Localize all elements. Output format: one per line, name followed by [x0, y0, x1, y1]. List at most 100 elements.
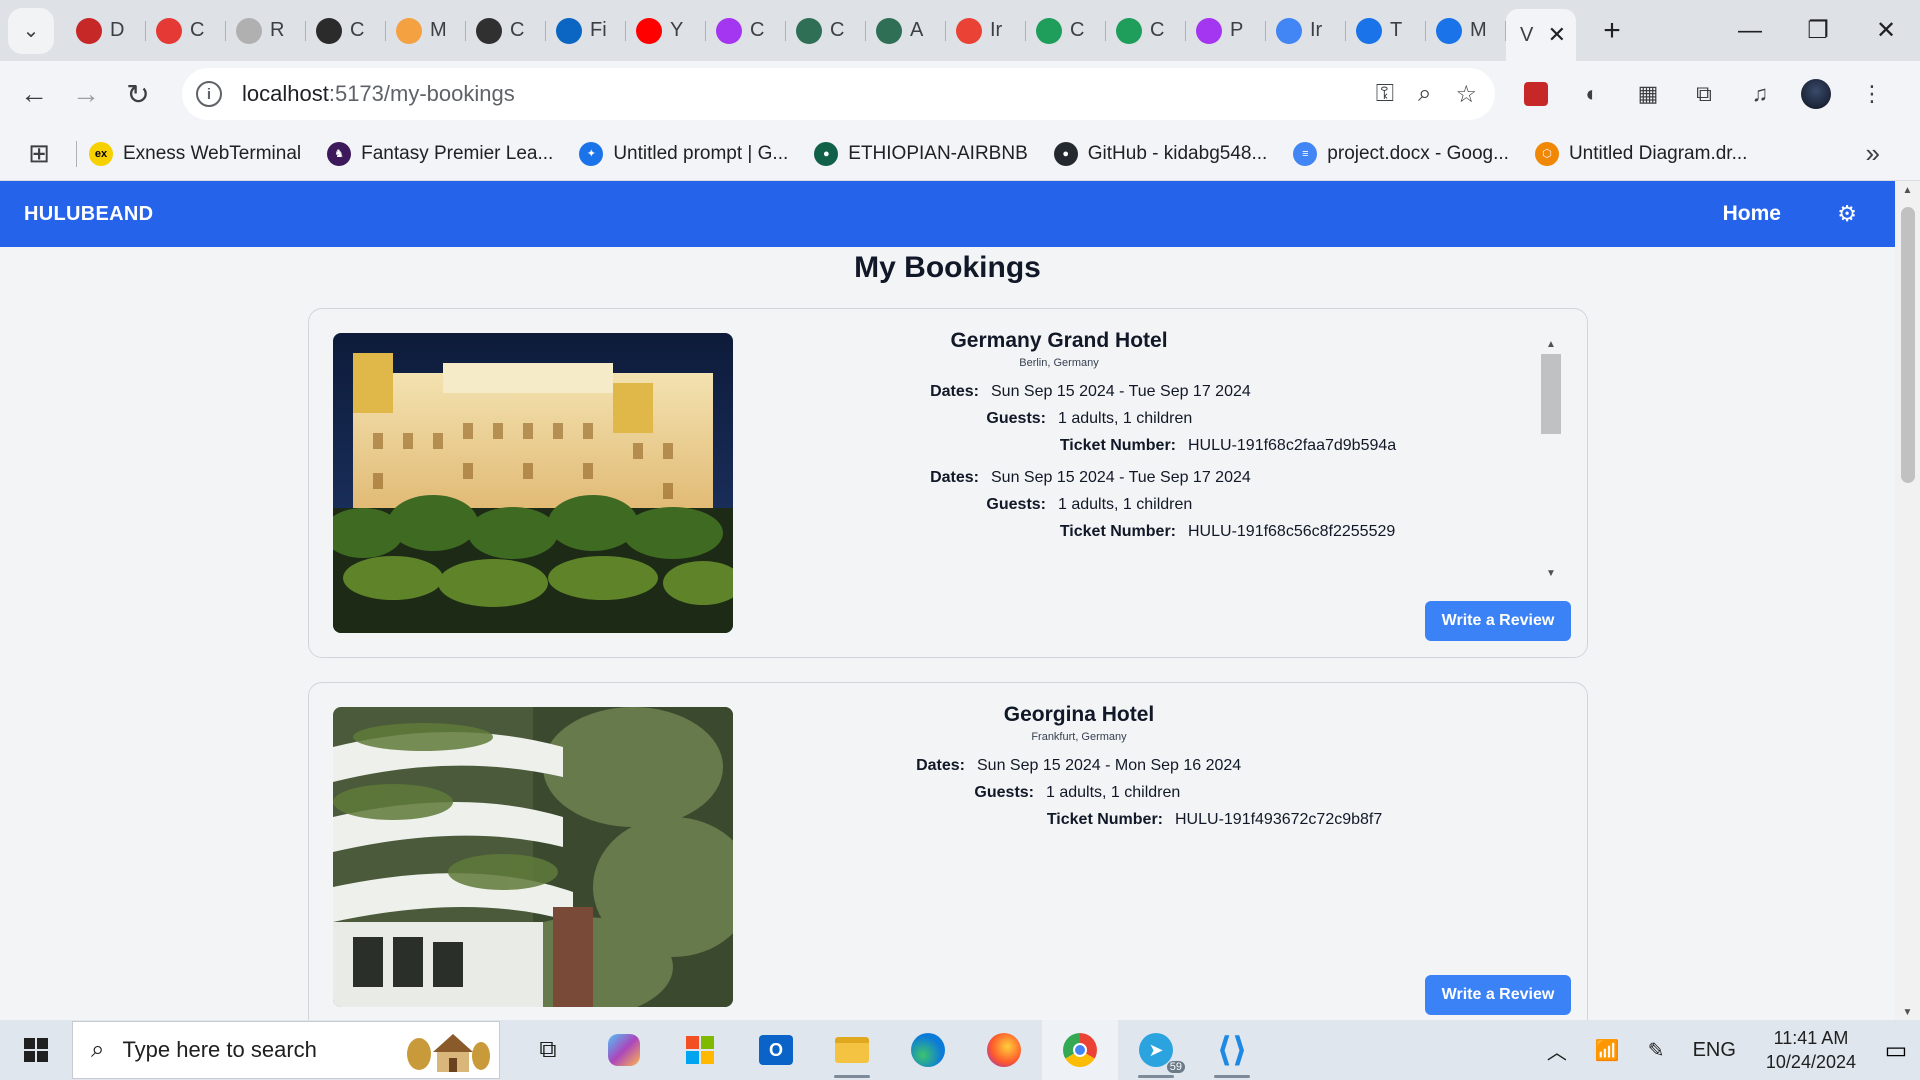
browser-tab[interactable]: T — [1346, 9, 1426, 53]
browser-tab[interactable]: Ir — [1266, 9, 1346, 53]
nav-home-link[interactable]: Home — [1723, 202, 1781, 226]
browser-tab[interactable]: C — [466, 9, 546, 53]
ticket-value: HULU-191f68c56c8f2255529 — [1188, 523, 1396, 540]
write-review-button[interactable]: Write a Review — [1425, 975, 1571, 1015]
browser-tab[interactable]: Ir — [946, 9, 1026, 53]
bookmark-star-icon[interactable]: ☆ — [1455, 80, 1477, 109]
clock[interactable]: 11:41 AM 10/24/2024 — [1766, 1026, 1856, 1074]
extension-shield-icon[interactable]: ◐ — [1574, 76, 1610, 112]
firefox-icon[interactable] — [966, 1020, 1042, 1080]
page-scrollbar[interactable]: ▲ ▼ — [1895, 181, 1920, 1020]
tab-active[interactable]: V ✕ — [1506, 9, 1576, 61]
bookmark-item[interactable]: ⬡ Untitled Diagram.dr... — [1534, 141, 1747, 166]
browser-tab[interactable]: A — [866, 9, 946, 53]
close-tab-icon[interactable]: ✕ — [1548, 22, 1566, 48]
browser-tab[interactable]: D — [66, 9, 146, 53]
gmail-icon — [956, 17, 982, 44]
task-view-icon[interactable]: ⧉ — [510, 1020, 586, 1080]
browser-tab[interactable]: P — [1186, 9, 1266, 53]
browser-tab[interactable]: C — [1106, 9, 1186, 53]
browser-tab-label: C — [750, 19, 765, 41]
start-button[interactable] — [0, 1020, 72, 1080]
booking-details[interactable]: Germany Grand Hotel Berlin, Germany Date… — [849, 329, 1569, 569]
forward-arrow-icon[interactable]: → — [60, 68, 112, 120]
chrome-icon[interactable] — [1042, 1020, 1118, 1080]
booking-list-scrollbar[interactable]: ▲ ▼ — [1541, 339, 1561, 579]
q-icon — [1036, 17, 1062, 44]
zoom-icon[interactable]: ⌕ — [1418, 80, 1431, 109]
tab-search-chevron-icon[interactable]: ⌄ — [8, 7, 54, 54]
url-text[interactable]: localhost:5173/my-bookings — [242, 81, 515, 107]
hotel-name: Georgina Hotel — [1003, 703, 1155, 726]
browser-tab[interactable]: C — [306, 9, 386, 53]
browser-toolbar: ← → ↻ i localhost:5173/my-bookings ⚿ ⌕ ☆… — [0, 61, 1920, 127]
scrollbar-thumb[interactable] — [1541, 354, 1561, 434]
bookmark-item[interactable]: ♞ Fantasy Premier Lea... — [327, 141, 553, 166]
profile-avatar[interactable] — [1798, 76, 1834, 112]
browser-tab-label: Y — [670, 19, 684, 41]
extensions-area: ◐ ▦ ⧉ ♫ ⋮ — [1518, 68, 1890, 120]
udemy-icon — [1196, 17, 1222, 44]
outlook-icon[interactable]: O — [738, 1020, 814, 1080]
taskbar-search[interactable]: ⌕ Type here to search — [72, 1021, 500, 1079]
show-hidden-icons-chevron-icon[interactable]: ︿ — [1547, 1036, 1567, 1065]
browser-tab-label: A — [910, 19, 924, 41]
page-scrollbar-thumb[interactable] — [1901, 207, 1915, 483]
close-window-icon[interactable]: ✕ — [1852, 0, 1920, 61]
browser-tab[interactable]: Y — [626, 9, 706, 53]
bookmark-item[interactable]: ✦ Untitled prompt | G... — [579, 141, 788, 166]
browser-tab[interactable]: M — [386, 9, 466, 53]
booking-details[interactable]: Georgina Hotel Frankfurt, Germany Dates:… — [849, 703, 1569, 943]
scroll-down-arrow-icon[interactable]: ▼ — [1541, 568, 1561, 579]
file-explorer-icon[interactable] — [814, 1020, 890, 1080]
browser-tab[interactable]: Fi — [546, 9, 626, 53]
bookmark-item[interactable]: ≡ project.docx - Goog... — [1293, 141, 1509, 166]
write-review-button[interactable]: Write a Review — [1425, 601, 1571, 641]
windows-taskbar: ⌕ Type here to search ⧉ O ➤ 59 ⟨⟩ ︿ 📶 ✎ E… — [0, 1020, 1920, 1080]
browser-tab[interactable]: M — [1426, 9, 1506, 53]
brand-logo[interactable]: HULUBEAND — [24, 203, 153, 226]
edge-icon[interactable] — [890, 1020, 966, 1080]
more-bookmarks-icon[interactable]: » — [1866, 138, 1880, 169]
media-control-icon[interactable]: ♫ — [1742, 76, 1778, 112]
language-indicator[interactable]: ENG — [1693, 1039, 1736, 1062]
back-arrow-icon[interactable]: ← — [8, 68, 60, 120]
wifi-icon[interactable]: 📶 — [1595, 1038, 1620, 1063]
settings-gear-icon[interactable]: ⚙ — [1837, 201, 1857, 227]
browser-tab[interactable]: C — [146, 9, 226, 53]
password-key-icon[interactable]: ⚿ — [1376, 80, 1394, 109]
reload-icon[interactable]: ↻ — [112, 68, 164, 120]
new-tab-button[interactable]: + — [1592, 11, 1632, 51]
bookmark-item[interactable]: ● GitHub - kidabg548... — [1053, 141, 1267, 166]
site-info-icon[interactable]: i — [196, 81, 222, 107]
tab-list: D C R C M C Fi Y C C A Ir C C P Ir T M — [66, 0, 1506, 61]
vscode-icon[interactable]: ⟨⟩ — [1194, 1020, 1270, 1080]
page-scroll-down-icon[interactable]: ▼ — [1895, 1007, 1920, 1018]
microsoft-store-icon[interactable] — [662, 1020, 738, 1080]
search-placeholder: Type here to search — [122, 1037, 317, 1062]
telegram-icon[interactable]: ➤ 59 — [1118, 1020, 1194, 1080]
scroll-up-arrow-icon[interactable]: ▲ — [1541, 339, 1561, 350]
bookmark-item[interactable]: ● ETHIOPIAN-AIRBNB — [814, 141, 1028, 166]
minimize-icon[interactable]: — — [1716, 0, 1784, 61]
copilot-icon[interactable] — [586, 1020, 662, 1080]
extensions-puzzle-icon[interactable]: ⧉ — [1686, 76, 1722, 112]
apps-grid-icon[interactable]: ⊞ — [14, 138, 64, 169]
pen-icon[interactable]: ✎ — [1648, 1038, 1665, 1063]
page-scroll-up-icon[interactable]: ▲ — [1895, 185, 1920, 196]
extension-qr-icon[interactable]: ▦ — [1630, 76, 1666, 112]
address-bar[interactable]: i localhost:5173/my-bookings ⚿ ⌕ ☆ — [182, 68, 1495, 120]
browser-tab[interactable]: C — [706, 9, 786, 53]
url-host: localhost — [242, 81, 329, 106]
ticket-label: Ticket Number: — [1046, 811, 1163, 828]
browser-tab-label: C — [1150, 19, 1165, 41]
guests-value: 1 adults, 1 children — [1058, 410, 1193, 427]
browser-menu-icon[interactable]: ⋮ — [1854, 76, 1890, 112]
bookmark-item[interactable]: ex Exness WebTerminal — [89, 141, 301, 166]
restore-icon[interactable]: ❐ — [1784, 0, 1852, 61]
notifications-icon[interactable]: ▭ — [1872, 1036, 1920, 1065]
browser-tab[interactable]: C — [1026, 9, 1106, 53]
browser-tab[interactable]: C — [786, 9, 866, 53]
browser-tab[interactable]: R — [226, 9, 306, 53]
extension-red-icon[interactable] — [1518, 76, 1554, 112]
